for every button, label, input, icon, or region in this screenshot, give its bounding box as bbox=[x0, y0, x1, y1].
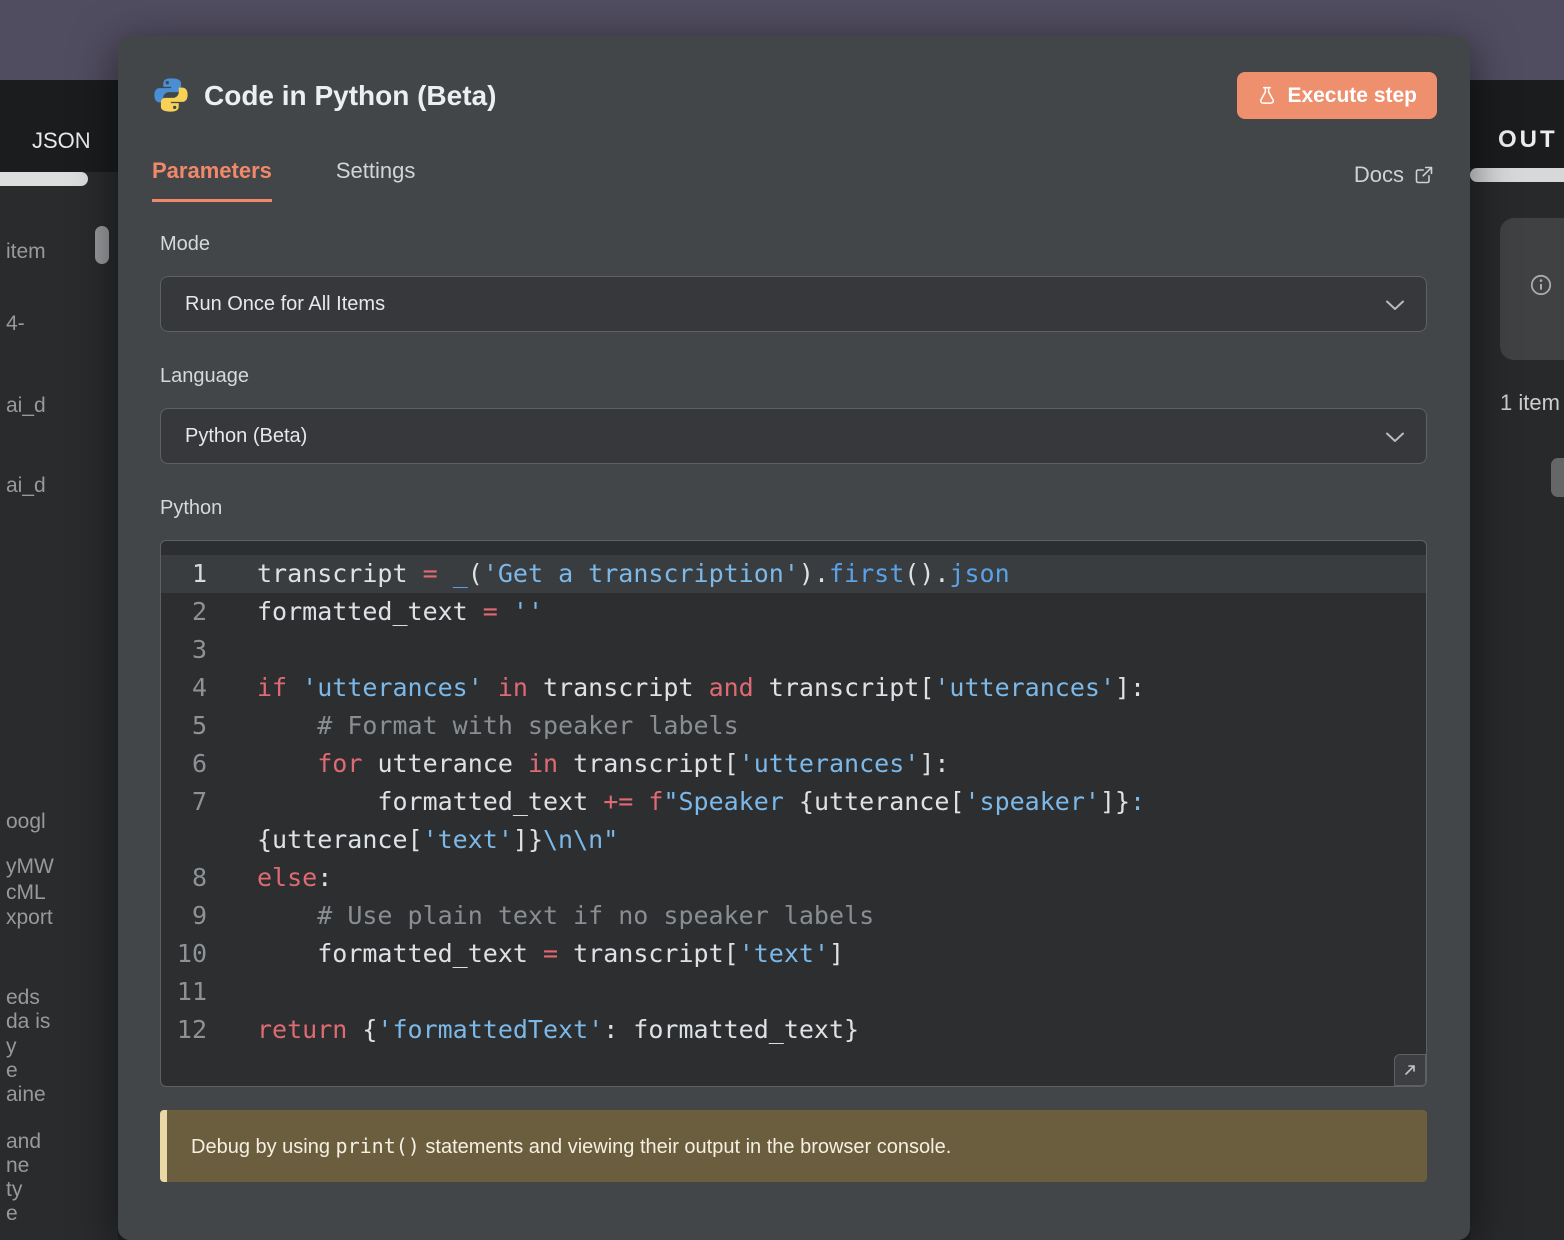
line-number: 11 bbox=[161, 973, 227, 1011]
right-edge-scrollbar[interactable] bbox=[1551, 458, 1564, 497]
notice-code: print() bbox=[336, 1134, 420, 1158]
docs-label: Docs bbox=[1354, 162, 1404, 188]
notice-suffix: statements and viewing their output in t… bbox=[420, 1136, 951, 1158]
code-line[interactable]: 7 formatted_text += f"Speaker {utterance… bbox=[161, 783, 1426, 859]
left-panel-header bbox=[0, 80, 118, 172]
code-line[interactable]: 3 bbox=[161, 631, 1426, 669]
code-editor-label: Python bbox=[160, 497, 222, 520]
code-line-text: formatted_text = '' bbox=[227, 593, 1426, 631]
truncated-text: y bbox=[6, 1035, 17, 1059]
language-select-value: Python (Beta) bbox=[185, 425, 307, 448]
code-line-text: for utterance in transcript['utterances'… bbox=[227, 745, 1426, 783]
line-number: 5 bbox=[161, 707, 227, 745]
truncated-text: item bbox=[6, 240, 46, 264]
notice-prefix: Debug by using bbox=[191, 1136, 336, 1158]
code-line[interactable]: 5 # Format with speaker labels bbox=[161, 707, 1426, 745]
code-line[interactable]: 10 formatted_text = transcript['text'] bbox=[161, 935, 1426, 973]
docs-link[interactable]: Docs bbox=[1354, 162, 1434, 188]
chevron-down-icon bbox=[1386, 300, 1404, 311]
execute-step-button[interactable]: Execute step bbox=[1237, 72, 1437, 119]
code-line[interactable]: 4if 'utterances' in transcript and trans… bbox=[161, 669, 1426, 707]
code-line-text: # Format with speaker labels bbox=[227, 707, 1426, 745]
mode-select-value: Run Once for All Items bbox=[185, 293, 385, 316]
code-line[interactable]: 2formatted_text = '' bbox=[161, 593, 1426, 631]
left-vertical-scrollbar[interactable] bbox=[95, 226, 109, 264]
truncated-text: oogl bbox=[6, 810, 46, 834]
right-horizontal-scrollbar[interactable] bbox=[1470, 168, 1564, 182]
left-horizontal-scrollbar[interactable] bbox=[0, 172, 88, 186]
code-line[interactable]: 12return {'formattedText': formatted_tex… bbox=[161, 1011, 1426, 1049]
debug-notice: Debug by using print() statements and vi… bbox=[160, 1110, 1427, 1182]
expand-editor-button[interactable] bbox=[1394, 1054, 1426, 1086]
truncated-text: cML bbox=[6, 881, 46, 905]
right-panel-header bbox=[1470, 80, 1564, 168]
truncated-text: ai_d bbox=[6, 474, 46, 498]
code-line[interactable]: 6 for utterance in transcript['utterance… bbox=[161, 745, 1426, 783]
truncated-text: yMW bbox=[6, 855, 54, 879]
flask-icon bbox=[1257, 86, 1277, 106]
output-item-count: 1 item bbox=[1500, 390, 1560, 416]
tab-settings[interactable]: Settings bbox=[336, 158, 416, 202]
code-line-text: return {'formattedText': formatted_text} bbox=[227, 1011, 1426, 1049]
truncated-text: and bbox=[6, 1130, 41, 1154]
code-line-text: transcript = _('Get a transcription').fi… bbox=[227, 555, 1426, 593]
expand-icon bbox=[1403, 1063, 1417, 1077]
truncated-text: ai_d bbox=[6, 394, 46, 418]
chevron-down-icon bbox=[1386, 432, 1404, 443]
code-line[interactable]: 1transcript = _('Get a transcription').f… bbox=[161, 555, 1426, 593]
code-line[interactable]: 8else: bbox=[161, 859, 1426, 897]
output-card bbox=[1500, 218, 1564, 360]
tab-parameters[interactable]: Parameters bbox=[152, 158, 272, 202]
info-icon[interactable] bbox=[1530, 274, 1552, 296]
external-link-icon bbox=[1414, 165, 1434, 185]
mode-label: Mode bbox=[160, 233, 210, 256]
line-number: 12 bbox=[161, 1011, 227, 1049]
truncated-text: ty bbox=[6, 1178, 22, 1202]
code-line-text: # Use plain text if no speaker labels bbox=[227, 897, 1426, 935]
line-number: 3 bbox=[161, 631, 227, 669]
language-select[interactable]: Python (Beta) bbox=[160, 408, 1427, 464]
code-line-text: formatted_text += f"Speaker {utterance['… bbox=[227, 783, 1426, 859]
line-number: 2 bbox=[161, 593, 227, 631]
code-line-text: formatted_text = transcript['text'] bbox=[227, 935, 1426, 973]
truncated-text: e bbox=[6, 1202, 18, 1226]
truncated-text: eds bbox=[6, 986, 40, 1010]
modal-tabs: Parameters Settings bbox=[152, 158, 415, 202]
line-number: 7 bbox=[161, 783, 227, 821]
language-label: Language bbox=[160, 365, 249, 388]
code-lines: 1transcript = _('Get a transcription').f… bbox=[161, 555, 1426, 1049]
truncated-text: aine bbox=[6, 1083, 46, 1107]
output-panel-title: OUT bbox=[1498, 126, 1558, 154]
line-number: 9 bbox=[161, 897, 227, 935]
mode-select[interactable]: Run Once for All Items bbox=[160, 276, 1427, 332]
code-line[interactable]: 9 # Use plain text if no speaker labels bbox=[161, 897, 1426, 935]
code-line[interactable]: 11 bbox=[161, 973, 1426, 1011]
line-number: 10 bbox=[161, 935, 227, 973]
line-number: 4 bbox=[161, 669, 227, 707]
line-number: 8 bbox=[161, 859, 227, 897]
tab-json[interactable]: JSON bbox=[32, 128, 91, 154]
code-node-modal: Code in Python (Beta) Execute step Param… bbox=[118, 36, 1470, 1240]
truncated-text: ne bbox=[6, 1154, 29, 1178]
truncated-text: da is bbox=[6, 1010, 50, 1034]
code-line-text: if 'utterances' in transcript and transc… bbox=[227, 669, 1426, 707]
code-editor[interactable]: 1transcript = _('Get a transcription').f… bbox=[160, 540, 1427, 1087]
truncated-text: 4- bbox=[6, 312, 25, 336]
code-line-text: else: bbox=[227, 859, 1426, 897]
line-number: 6 bbox=[161, 745, 227, 783]
modal-title: Code in Python (Beta) bbox=[204, 80, 496, 112]
execute-step-label: Execute step bbox=[1287, 84, 1417, 108]
line-number: 1 bbox=[161, 555, 227, 593]
truncated-text: e bbox=[6, 1059, 18, 1083]
python-logo-icon bbox=[152, 76, 190, 114]
truncated-text: xport bbox=[6, 906, 53, 930]
